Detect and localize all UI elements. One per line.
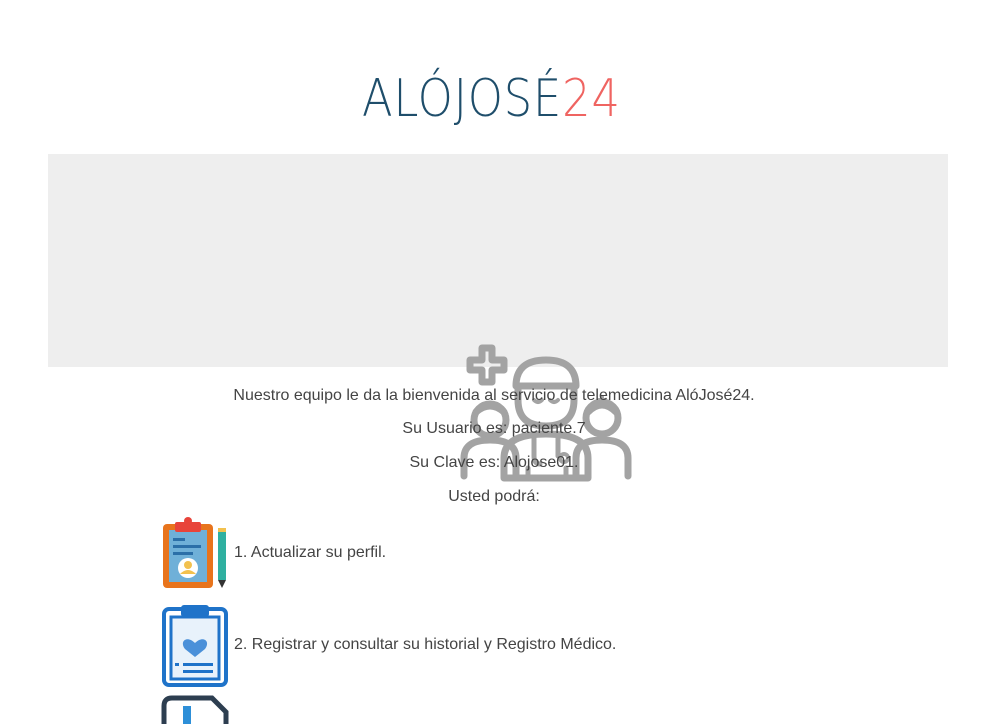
username-line: Su Usuario es: paciente.7: [402, 420, 586, 437]
medical-record-clipboard-icon: [162, 605, 228, 687]
feature-label: 1. Actualizar su perfil.: [234, 544, 387, 561]
capabilities-intro: Usted podrá:: [448, 488, 540, 505]
welcome-message: Nuestro equipo le da la bienvenida al se…: [233, 387, 755, 404]
profile-clipboard-icon: [163, 517, 226, 588]
feature-third: [161, 694, 234, 724]
hero-banner: [48, 154, 948, 482]
logo-main-text: ALÓJOSÉ: [362, 69, 563, 129]
feature-update-profile: 1. Actualizar su perfil.: [161, 516, 386, 590]
password-line: Su Clave es: Alojose01.: [409, 454, 579, 471]
feature-label: 2. Registrar y consultar su historial y …: [234, 636, 617, 653]
logo-number-text: 24: [562, 69, 621, 129]
app-logo: ALÓJOSÉ24: [356, 62, 638, 136]
feature-medical-history: 2. Registrar y consultar su historial y …: [161, 603, 616, 687]
document-icon: [161, 695, 229, 724]
logo-wordmark: ALÓJOSÉ24: [362, 62, 621, 136]
